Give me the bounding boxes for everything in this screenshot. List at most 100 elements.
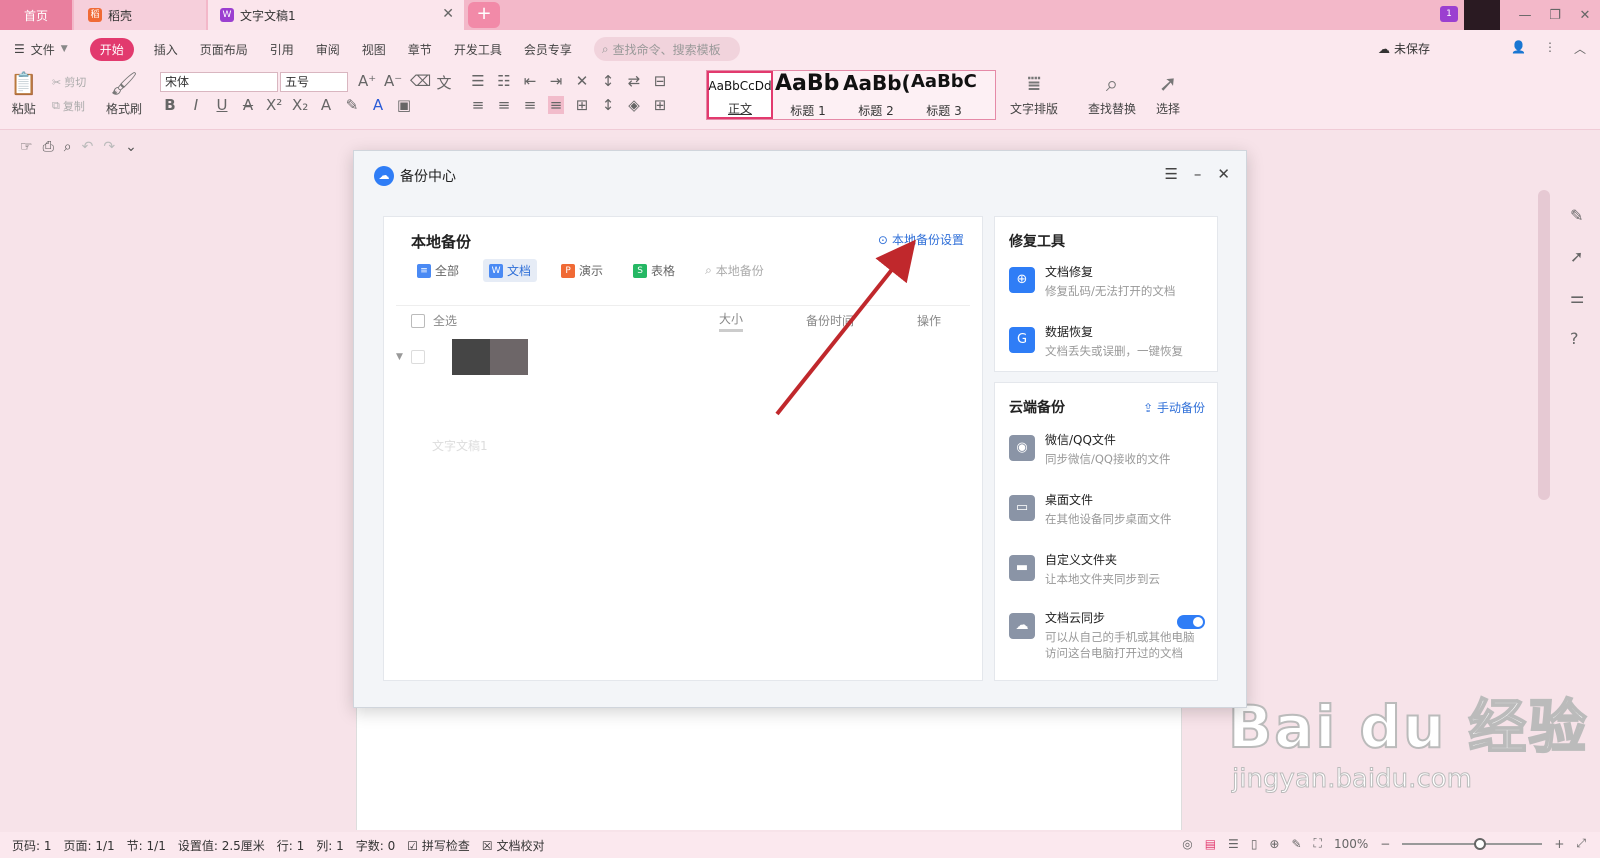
- page-view-icon[interactable]: ▤: [1205, 837, 1216, 851]
- grow-font-icon[interactable]: A⁺: [358, 72, 376, 93]
- align-center-icon[interactable]: ≡: [496, 96, 512, 114]
- expand-arrow-icon[interactable]: ▼: [396, 352, 403, 362]
- more-icon[interactable]: ⋮: [1544, 40, 1556, 57]
- badge-icon[interactable]: 1: [1440, 6, 1458, 22]
- print-icon[interactable]: ⎙: [43, 139, 54, 155]
- share-icon[interactable]: 👤: [1511, 40, 1526, 57]
- eraser-icon[interactable]: ⌫: [410, 72, 431, 93]
- shading-icon[interactable]: ◈: [626, 96, 642, 114]
- strikethrough-icon[interactable]: A: [240, 96, 256, 114]
- cut-button[interactable]: ✂ 剪切: [52, 74, 86, 90]
- menu-page-layout[interactable]: 页面布局: [200, 41, 248, 58]
- eye-protection-icon[interactable]: ◎: [1182, 837, 1192, 851]
- new-tab-button[interactable]: +: [468, 2, 500, 28]
- redo-icon[interactable]: ↷: [103, 139, 115, 155]
- tab-document[interactable]: W 文字文稿1 ✕: [208, 0, 464, 30]
- italic-icon[interactable]: I: [188, 96, 204, 114]
- menu-chapter[interactable]: 章节: [408, 41, 432, 58]
- vertical-scrollbar[interactable]: [1538, 190, 1550, 500]
- menu-review[interactable]: 审阅: [316, 41, 340, 58]
- filter-spreadsheets[interactable]: S 表格: [627, 259, 681, 282]
- read-view-icon[interactable]: ▯: [1251, 837, 1258, 851]
- table-row[interactable]: ▼: [396, 337, 970, 377]
- adjust-icon[interactable]: ⚌: [1570, 288, 1584, 307]
- minimize-icon[interactable]: —: [1510, 8, 1540, 23]
- find-replace-button[interactable]: ⌕ 查找替换: [1088, 70, 1136, 117]
- superscript-icon[interactable]: X²: [266, 96, 282, 114]
- pointer-icon[interactable]: ➚: [1570, 247, 1584, 266]
- local-backup-search[interactable]: ⌕ 本地备份: [699, 259, 770, 282]
- customize-icon[interactable]: ⌄: [125, 139, 137, 155]
- font-color-icon[interactable]: A: [370, 96, 386, 114]
- phonetic-icon[interactable]: 文: [436, 72, 452, 93]
- menu-start[interactable]: 开始: [89, 37, 134, 61]
- style-heading2[interactable]: AaBb( 标题 2: [843, 71, 909, 119]
- write-view-icon[interactable]: ✎: [1291, 837, 1301, 851]
- bold-icon[interactable]: B: [162, 96, 178, 114]
- close-window-icon[interactable]: ✕: [1570, 8, 1600, 23]
- filter-presentations[interactable]: P 演示: [555, 259, 609, 282]
- column-size[interactable]: 大小: [719, 310, 744, 332]
- align-right-icon[interactable]: ≡: [522, 96, 538, 114]
- justify-icon[interactable]: ≡: [548, 96, 564, 114]
- web-view-icon[interactable]: ⊕: [1269, 837, 1279, 851]
- fullscreen-icon[interactable]: ⤢: [1576, 836, 1586, 851]
- document-repair-item[interactable]: ⊕ 文档修复 修复乱码/无法打开的文档: [1009, 263, 1175, 299]
- menu-view[interactable]: 视图: [362, 41, 386, 58]
- menu-developer[interactable]: 开发工具: [454, 41, 502, 58]
- menu-references[interactable]: 引用: [270, 41, 294, 58]
- outline-view-icon[interactable]: ☰: [1228, 837, 1239, 851]
- hand-icon[interactable]: ☞: [20, 139, 33, 155]
- command-search-input[interactable]: ⌕ 查找命令、搜索模板: [593, 37, 740, 61]
- status-page[interactable]: 页码: 1: [12, 837, 52, 854]
- wechat-qq-files-item[interactable]: ◉ 微信/QQ文件 同步微信/QQ接收的文件: [1009, 431, 1170, 467]
- font-select[interactable]: 宋体: [160, 72, 278, 92]
- custom-folder-item[interactable]: ▬ 自定义文件夹 让本地文件夹同步到云: [1009, 551, 1160, 587]
- numbered-list-icon[interactable]: ☷: [496, 72, 512, 90]
- unsaved-status[interactable]: ☁ 未保存: [1378, 40, 1430, 57]
- bullet-list-icon[interactable]: ☰: [470, 72, 486, 90]
- pen-icon[interactable]: ✎: [1570, 206, 1584, 225]
- paste-button[interactable]: 📋 粘贴: [10, 70, 37, 117]
- subscript-icon[interactable]: X₂: [292, 96, 308, 114]
- spell-check-button[interactable]: ☑ 拼写检查: [407, 837, 470, 854]
- align-left-icon[interactable]: ≡: [470, 96, 486, 114]
- minimize-icon[interactable]: –: [1194, 165, 1202, 183]
- menu-icon[interactable]: ☰: [1164, 165, 1177, 183]
- status-words[interactable]: 字数: 0: [356, 837, 396, 854]
- table-border-icon[interactable]: ⊟: [652, 72, 668, 90]
- shrink-font-icon[interactable]: A⁻: [384, 72, 402, 93]
- text-layout-button[interactable]: ⩸ 文字排版: [1010, 70, 1058, 117]
- style-normal[interactable]: AaBbCcDd 正文: [707, 71, 773, 119]
- select-button[interactable]: ➚ 选择: [1156, 70, 1180, 117]
- zoom-in-icon[interactable]: +: [1554, 837, 1564, 851]
- distribute-icon[interactable]: ⊞: [574, 96, 590, 114]
- text-effect-icon[interactable]: A: [318, 96, 334, 114]
- zoom-out-icon[interactable]: −: [1380, 837, 1390, 851]
- tab-home[interactable]: 首页: [0, 0, 72, 30]
- zoom-slider[interactable]: [1402, 837, 1543, 850]
- increase-indent-icon[interactable]: ⇥: [548, 72, 564, 90]
- proofread-button[interactable]: ☒ 文档校对: [482, 837, 545, 854]
- chinese-layout-icon[interactable]: ✕: [574, 72, 590, 90]
- sort-icon[interactable]: ↕: [600, 72, 616, 90]
- format-painter-button[interactable]: 🖌 格式刷: [106, 70, 142, 117]
- decrease-indent-icon[interactable]: ⇤: [522, 72, 538, 90]
- menu-file[interactable]: ☰ 文件 ▼: [14, 41, 68, 58]
- print-preview-icon[interactable]: ⌕: [64, 139, 72, 155]
- document-page[interactable]: [356, 690, 1182, 830]
- close-tab-icon[interactable]: ✕: [442, 6, 454, 22]
- data-recovery-item[interactable]: G 数据恢复 文档丢失或误删，一键恢复: [1009, 323, 1183, 359]
- menu-insert[interactable]: 插入: [154, 41, 178, 58]
- desktop-files-item[interactable]: ▭ 桌面文件 在其他设备同步桌面文件: [1009, 491, 1172, 527]
- collapse-ribbon-icon[interactable]: ︿: [1574, 40, 1586, 57]
- maximize-icon[interactable]: ❐: [1540, 8, 1570, 23]
- column-backup-time[interactable]: 备份时间: [806, 312, 854, 329]
- row-checkbox[interactable]: [410, 350, 425, 364]
- show-marks-icon[interactable]: ⇄: [626, 72, 642, 90]
- borders-icon[interactable]: ⊞: [652, 96, 668, 114]
- local-backup-settings-link[interactable]: ⊙ 本地备份设置: [878, 231, 964, 248]
- tab-daoke[interactable]: 稻 稻壳: [74, 0, 206, 30]
- select-all-checkbox[interactable]: [411, 313, 425, 328]
- char-border-icon[interactable]: ▣: [396, 96, 412, 114]
